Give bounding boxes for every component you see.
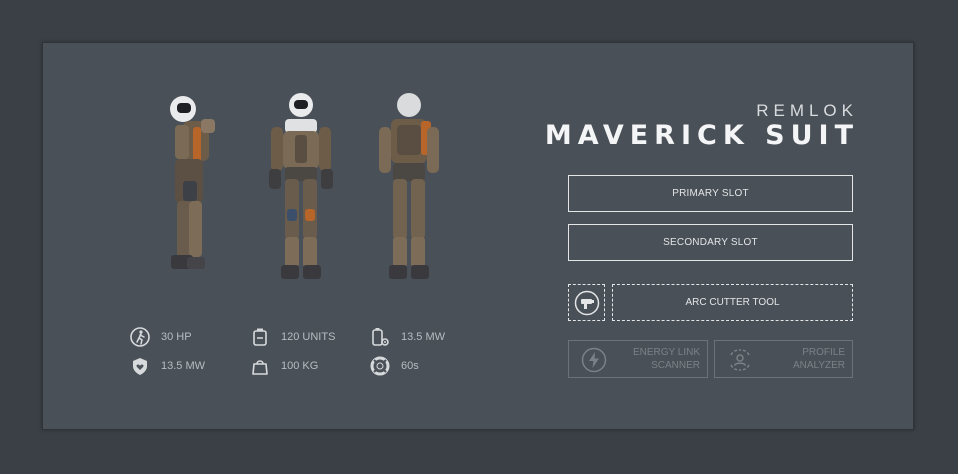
tool-icon-slot[interactable] — [568, 284, 605, 321]
stat-value: 100 KG — [281, 360, 319, 372]
profile-scan-icon — [727, 347, 753, 373]
stat-value: 60s — [401, 360, 419, 372]
stat-oxygen: 60s — [369, 354, 419, 378]
utility-label: PROFILE ANALYZER — [792, 347, 845, 371]
arc-cutter-tool-button[interactable]: ARC CUTTER TOOL — [612, 284, 853, 321]
stat-value: 120 UNITS — [281, 331, 336, 343]
primary-slot-button[interactable]: PRIMARY SLOT — [568, 175, 853, 212]
lifebuoy-icon — [369, 355, 391, 377]
suit-title-block: REMLOK MAVERICK SUIT — [545, 101, 853, 151]
weight-bag-icon — [249, 355, 271, 377]
suit-loadout-panel: 30 HP 120 UNITS 13.5 MW 13.5 MW 100 KG 6… — [42, 42, 914, 430]
suit-figure-side-view — [153, 91, 233, 296]
stat-armor: 13.5 MW — [129, 354, 205, 378]
battery-case-icon — [249, 326, 271, 348]
stat-capacity: 120 UNITS — [249, 325, 335, 349]
utility-label: ENERGY LINK SCANNER — [632, 347, 700, 371]
lightning-icon — [581, 347, 607, 373]
stat-power: 13.5 MW — [369, 325, 445, 349]
walking-person-icon — [129, 326, 151, 348]
stat-value: 13.5 MW — [401, 331, 446, 343]
battery-gear-icon — [369, 326, 391, 348]
suit-preview — [153, 91, 453, 296]
secondary-slot-button[interactable]: SECONDARY SLOT — [568, 224, 853, 261]
suit-figure-front-view — [261, 91, 341, 296]
suit-figure-back-view — [369, 91, 449, 296]
energy-link-scanner-button[interactable]: ENERGY LINK SCANNER — [568, 340, 708, 378]
stat-value: 30 HP — [161, 331, 192, 343]
arc-cutter-icon — [574, 290, 599, 315]
stat-value: 13.5 MW — [161, 360, 206, 372]
suit-manufacturer: REMLOK — [756, 101, 858, 120]
stat-health: 30 HP — [129, 325, 192, 349]
profile-analyzer-button[interactable]: PROFILE ANALYZER — [714, 340, 853, 378]
suit-name: MAVERICK SUIT — [544, 120, 859, 151]
stat-weight: 100 KG — [249, 354, 318, 378]
shield-heart-icon — [129, 355, 151, 377]
